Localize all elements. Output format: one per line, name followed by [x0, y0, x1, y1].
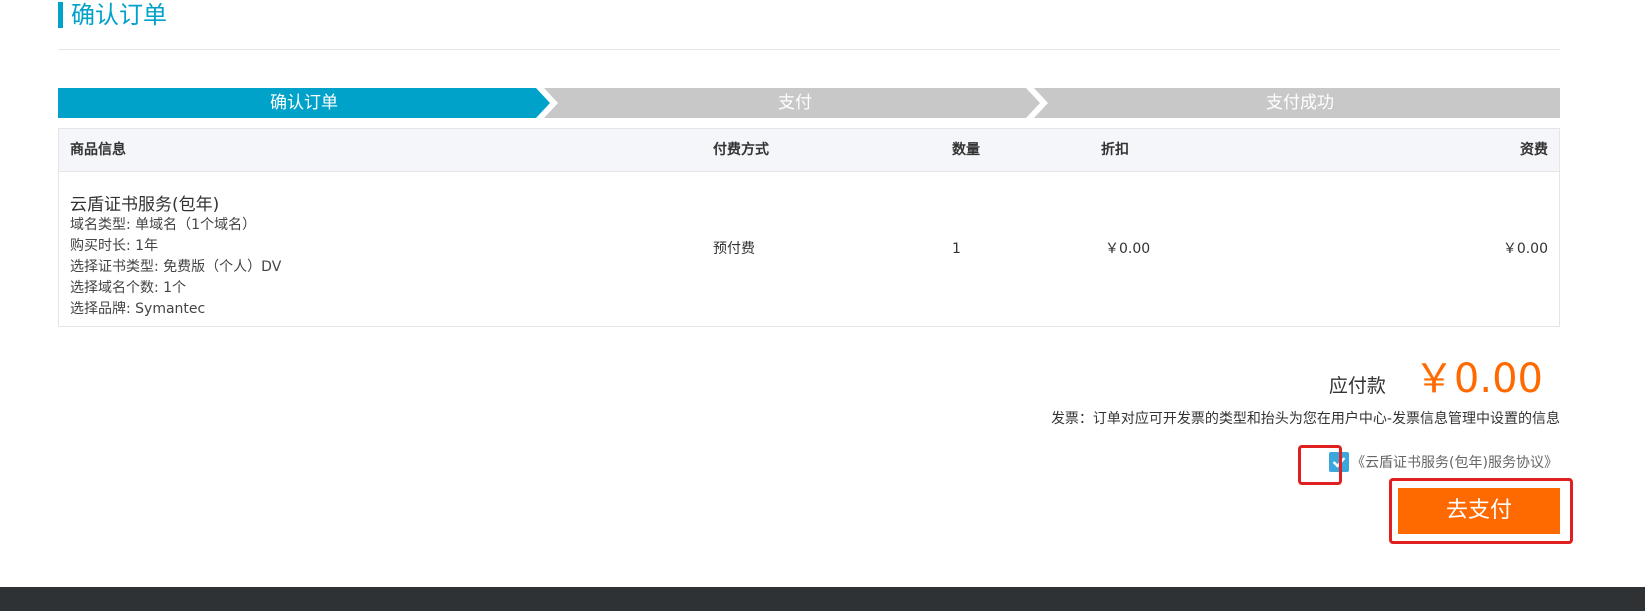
product-attr-domain-type: 域名类型: 单域名（1个域名）: [70, 217, 257, 233]
agreement-link[interactable]: 《云盾证书服务(包年)服务协议》: [1351, 452, 1558, 472]
header-payment-method: 付费方式: [713, 142, 769, 158]
amount-label: 应付款: [1328, 375, 1386, 397]
step-confirm-order: 确认订单: [270, 93, 338, 113]
header-discount: 折扣: [1101, 142, 1129, 158]
product-attr-cert-type: 选择证书类型: 免费版（个人）DV: [70, 259, 282, 275]
page-title-text: 确认订单: [71, 1, 167, 29]
table-header: 商品信息 付费方式 数量 折扣 资费: [59, 129, 1559, 172]
pay-button-highlight-annotation: [1389, 478, 1573, 544]
page-title: 确认订单: [58, 0, 167, 30]
cell-payment-method: 预付费: [713, 241, 755, 257]
product-attr-domain-count: 选择域名个数: 1个: [70, 280, 187, 296]
amount-value: ￥0.00: [1413, 356, 1543, 402]
product-attr-duration: 购买时长: 1年: [70, 238, 159, 254]
invoice-note: 发票：订单对应可开发票的类型和抬头为您在用户中心-发票信息管理中设置的信息: [1050, 411, 1560, 427]
product-attr-brand: 选择品牌: Symantec: [70, 301, 206, 317]
agreement-row: 《云盾证书服务(包年)服务协议》: [1329, 452, 1558, 472]
order-progress-steps: 确认订单 支付 支付成功: [58, 88, 1560, 118]
product-info: 云盾证书服务(包年) 域名类型: 单域名（1个域名） 购买时长: 1年 选择证书…: [70, 195, 281, 320]
page-footer: [0, 587, 1645, 611]
cell-fee: ￥0.00: [1502, 241, 1548, 257]
title-accent-bar: [58, 2, 63, 28]
step-pay: 支付: [778, 93, 812, 113]
product-name: 云盾证书服务(包年): [70, 195, 220, 215]
step-pay-success: 支付成功: [1266, 93, 1334, 113]
cell-discount: ￥0.00: [1105, 241, 1151, 257]
order-table: 商品信息 付费方式 数量 折扣 资费 云盾证书服务(包年) 域名类型: 单域名（…: [58, 128, 1560, 327]
header-product: 商品信息: [70, 142, 126, 158]
amount-due: 应付款 ￥0.00: [1329, 346, 1543, 404]
checkbox-highlight-annotation: [1298, 445, 1342, 485]
header-quantity: 数量: [952, 142, 980, 158]
header-fee: 资费: [1520, 142, 1548, 158]
title-divider: [58, 49, 1560, 50]
cell-quantity: 1: [952, 241, 961, 257]
table-row: 云盾证书服务(包年) 域名类型: 单域名（1个域名） 购买时长: 1年 选择证书…: [59, 172, 1559, 326]
